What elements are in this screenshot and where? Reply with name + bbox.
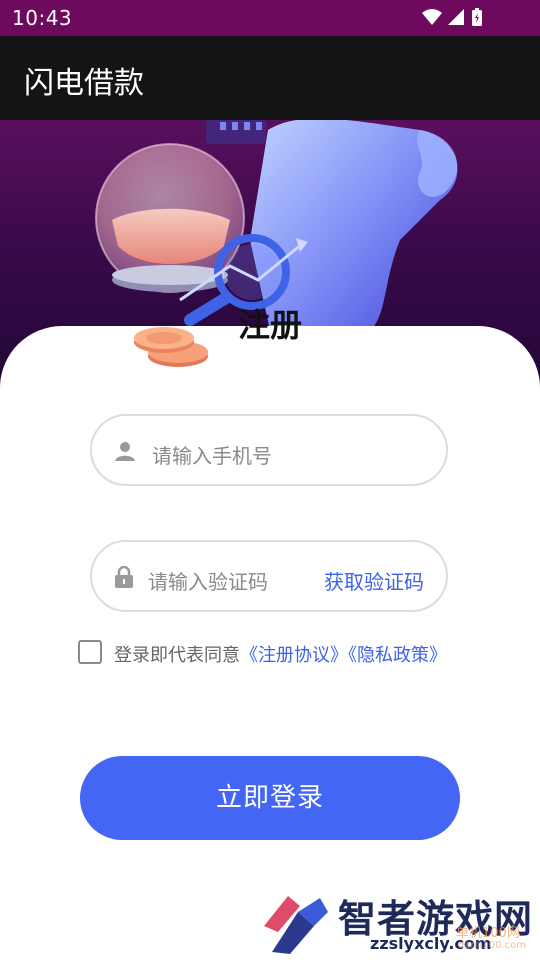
phone-field[interactable]: 请输入手机号	[90, 414, 448, 486]
get-code-button[interactable]: 获取验证码	[324, 566, 424, 595]
app-bar: 闪电借款	[0, 36, 540, 120]
watermark-logo	[264, 896, 328, 954]
status-time: 10:43	[12, 6, 73, 30]
verification-code-field[interactable]: 请输入验证码 获取验证码	[90, 540, 448, 612]
watermark-sub: 单机100网	[456, 926, 520, 941]
battery-icon	[472, 8, 482, 26]
login-button[interactable]: 立即登录	[80, 756, 460, 840]
wifi-icon	[422, 9, 442, 25]
privacy-link[interactable]: 《隐私政策》	[348, 645, 447, 666]
page-title: 注册	[237, 306, 302, 344]
code-placeholder: 请输入验证码	[148, 570, 268, 594]
app-title: 闪电借款	[24, 66, 144, 101]
lock-icon	[115, 566, 133, 588]
agreement-row: 登录即代表同意《注册协议》《隐私政策》	[78, 638, 478, 668]
status-bar: 10:43	[0, 0, 540, 36]
coins-icon	[134, 327, 208, 367]
agreement-checkbox[interactable]	[78, 640, 102, 664]
person-icon	[115, 442, 135, 461]
watermark: 智者游戏网 zzslyxcly.com 单机100网 danji100.com	[258, 888, 540, 960]
phone-placeholder: 请输入手机号	[152, 444, 272, 468]
status-icons	[422, 8, 482, 26]
agreement-text: 登录即代表同意《注册协议》《隐私政策》	[114, 641, 447, 667]
agreement-label: 登录即代表同意	[114, 645, 240, 666]
watermark-sub2: danji100.com	[458, 940, 526, 951]
terms-link[interactable]: 《注册协议》	[240, 645, 348, 666]
cellular-signal-icon	[448, 9, 464, 25]
